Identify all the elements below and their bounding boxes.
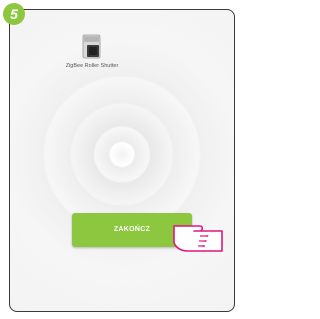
app-screen: ZigBee Roller Shutter ZAKOŃCZ bbox=[9, 9, 235, 312]
hand-pointer-icon bbox=[173, 225, 223, 252]
device-tile-roller-shutter[interactable]: ZigBee Roller Shutter bbox=[65, 34, 119, 70]
step-number-badge: 5 bbox=[3, 3, 25, 25]
device-label: ZigBee Roller Shutter bbox=[65, 63, 119, 69]
roller-shutter-icon bbox=[82, 34, 101, 59]
